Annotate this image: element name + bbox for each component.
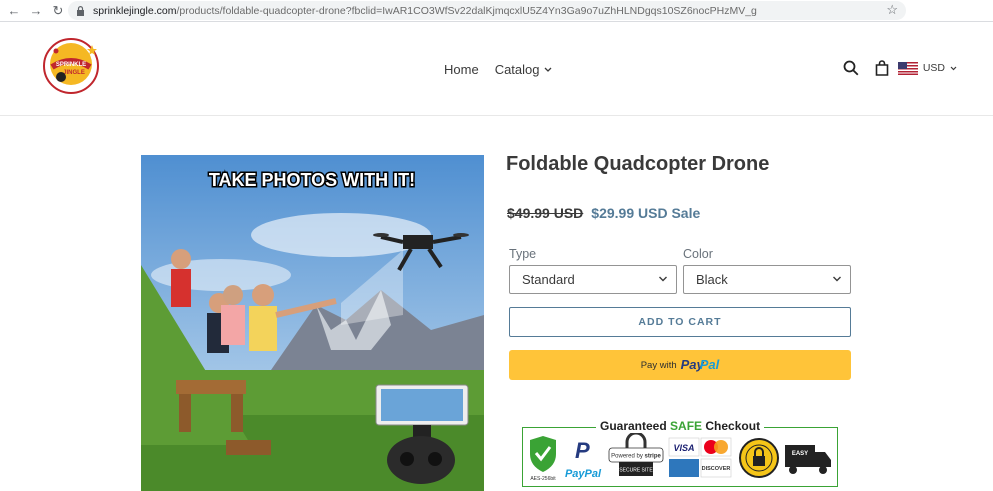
address-bar[interactable]: sprinklejingle.com/products/foldable-qua… (68, 1, 906, 20)
price-row: $49.99 USD $29.99 USD Sale (507, 205, 700, 221)
paypal-brand-pal: Pal (699, 357, 720, 372)
type-select-value: Standard (522, 272, 575, 287)
safe-checkout-title: Guaranteed SAFE Checkout (596, 419, 765, 433)
site-header: SPRINKLE JINGLE Home Catalog USD (0, 23, 993, 116)
paypal-button[interactable]: Pay with PayPal (509, 350, 851, 380)
svg-text:EASY: EASY (792, 451, 808, 457)
aes-label: AES-256bit (530, 476, 556, 482)
nav-catalog-label: Catalog (494, 62, 540, 77)
price-sale: $29.99 USD Sale (591, 205, 700, 221)
drone-lifestyle-photo: TAKE PHOTOS WITH IT! (141, 155, 484, 491)
currency-selector[interactable]: USD (897, 61, 957, 75)
sale-label: Sale (671, 205, 701, 221)
paypal-logo: PayPal (681, 356, 720, 374)
safe-checkout-badge: Guaranteed SAFE Checkout AES-256bit P Pa… (522, 419, 838, 487)
nav-home[interactable]: Home (444, 62, 479, 77)
svg-text:DISCOVER: DISCOVER (702, 466, 731, 472)
svg-text:SECURE SITE: SECURE SITE (619, 468, 653, 474)
trust-title-2: SAFE (670, 419, 703, 433)
svg-text:P: P (575, 438, 590, 463)
sprinkle-jingle-logo[interactable]: SPRINKLE JINGLE (42, 37, 100, 95)
trust-title-3: Checkout (705, 419, 761, 433)
forward-arrow-icon[interactable]: → (28, 3, 44, 19)
color-select[interactable]: Black (683, 265, 851, 294)
svg-text:VISA: VISA (673, 443, 694, 453)
paypal-badge-label: PayPal (565, 468, 602, 480)
add-to-cart-button[interactable]: ADD TO CART (509, 307, 851, 337)
chevron-down-icon (544, 67, 551, 72)
back-arrow-icon[interactable]: ← (6, 3, 22, 19)
type-select[interactable]: Standard (509, 265, 677, 294)
chevron-down-icon (833, 276, 841, 282)
browser-toolbar: ← → ↻ sprinklejingle.com/products/foldab… (0, 0, 993, 22)
payment-logos: AES-256bit P PayPal Powered by stripe SE… (530, 431, 831, 482)
us-flag-icon (897, 61, 918, 75)
url-domain: sprinklejingle.com (93, 4, 177, 17)
color-select-value: Black (696, 272, 728, 287)
cart-icon[interactable] (874, 60, 890, 76)
url-path: /products/foldable-quadcopter-drone?fbcl… (176, 4, 757, 17)
svg-text:JINGLE: JINGLE (63, 70, 85, 76)
image-caption: TAKE PHOTOS WITH IT! (209, 170, 415, 190)
type-label: Type (509, 247, 537, 261)
search-icon[interactable] (843, 60, 859, 76)
svg-text:SPRINKLE: SPRINKLE (56, 62, 86, 68)
price-sale-value: $29.99 USD (591, 205, 668, 221)
price-regular: $49.99 USD (507, 205, 584, 221)
trust-title-1: Guaranteed (600, 419, 667, 433)
header-icons: USD (843, 60, 957, 76)
paypal-pay-with-label: Pay with (640, 359, 677, 371)
lock-icon (77, 5, 84, 16)
nav-catalog[interactable]: Catalog (495, 62, 552, 77)
currency-label: USD (922, 62, 945, 74)
product-image[interactable]: TAKE PHOTOS WITH IT! (141, 155, 484, 491)
main-nav: Home Catalog (444, 62, 552, 77)
url-text: sprinklejingle.com/products/foldable-qua… (93, 5, 757, 17)
svg-text:Powered by stripe: Powered by stripe (611, 454, 661, 460)
product-title: Foldable Quadcopter Drone (506, 153, 770, 175)
nav-home-label: Home (444, 62, 479, 77)
chevron-down-icon (659, 276, 667, 282)
reload-icon[interactable]: ↻ (50, 3, 66, 19)
chevron-down-icon (950, 66, 957, 70)
color-label: Color (683, 247, 713, 261)
bookmark-star-icon[interactable]: ☆ (886, 2, 898, 18)
